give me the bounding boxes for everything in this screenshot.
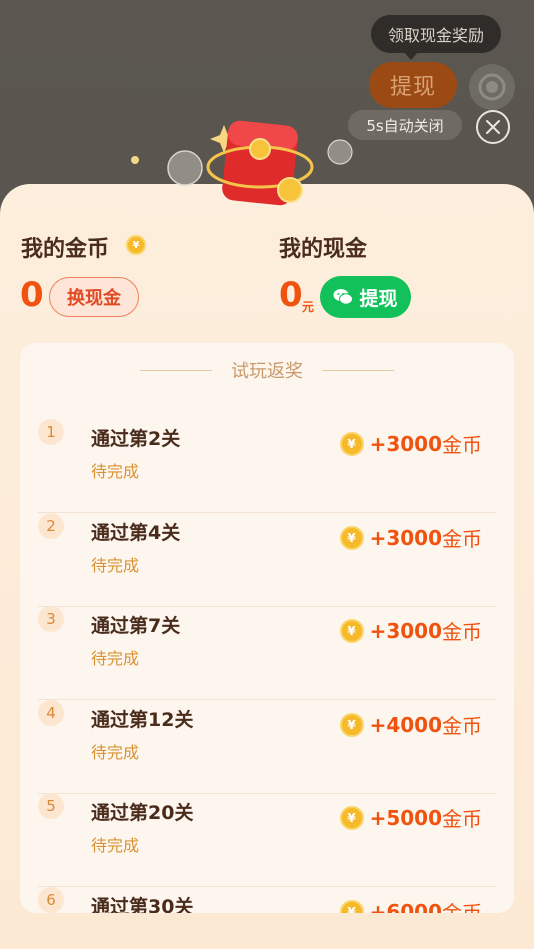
cash-reward-tooltip: 领取现金奖励 [371, 15, 501, 60]
task-title: 通过第7关 [91, 615, 181, 637]
task-status: 待完成 [91, 649, 140, 668]
reward-amount: +4000 [369, 712, 442, 737]
task-reward: ¥ +3000 金币 [339, 523, 482, 552]
reward-amount: +6000 [369, 899, 442, 914]
exchange-cash-button[interactable]: 换现金 [49, 277, 139, 317]
close-button[interactable] [476, 110, 510, 144]
task-title: 通过第30关 [91, 896, 194, 913]
task-number: 4 [38, 700, 64, 726]
task-number: 3 [38, 606, 64, 632]
task-row: 1 通过第2关 待完成 ¥ +3000 金币 [38, 419, 496, 513]
task-row: 4 通过第12关 待完成 ¥ +4000 金币 [38, 700, 496, 794]
reward-amount: +5000 [369, 805, 442, 830]
wechat-withdraw-label: 提现 [359, 287, 398, 310]
reward-unit: 金币 [442, 433, 482, 457]
task-row: 2 通过第4关 待完成 ¥ +3000 金币 [38, 513, 496, 607]
red-envelope-decoration [131, 120, 353, 206]
task-row: 3 通过第7关 待完成 ¥ +3000 金币 [38, 606, 496, 700]
task-reward: ¥ +4000 金币 [339, 710, 482, 739]
reward-amount: +3000 [369, 525, 442, 550]
reward-unit: 金币 [442, 620, 482, 644]
coin-icon: ¥ [126, 235, 146, 255]
task-reward: ¥ +6000 金币 [339, 897, 482, 914]
reward-unit: 金币 [442, 714, 482, 738]
task-status: 待完成 [91, 836, 140, 855]
coins-value: 0 [20, 275, 44, 315]
coin-icon: ¥ [339, 431, 364, 456]
cash-value: 0 [279, 275, 303, 315]
task-status: 待完成 [91, 743, 140, 762]
target-icon [478, 73, 506, 101]
title-divider-right [322, 370, 394, 371]
reward-amount: +3000 [369, 431, 442, 456]
reward-unit: 金币 [442, 807, 482, 831]
reward-unit: 金币 [442, 527, 482, 551]
task-status: 待完成 [91, 556, 140, 575]
wechat-icon [333, 289, 354, 305]
task-reward: ¥ +3000 金币 [339, 429, 482, 458]
task-title: 通过第12关 [91, 709, 194, 731]
panel-title: 试玩返奖 [231, 361, 303, 382]
cash-unit: 元 [302, 300, 315, 314]
task-number: 2 [38, 513, 64, 539]
top-withdraw-button[interactable]: 提现 [369, 62, 457, 108]
close-icon [486, 120, 500, 134]
coin-icon: ¥ [339, 805, 364, 830]
task-title: 通过第20关 [91, 802, 194, 824]
task-row: 5 通过第20关 待完成 ¥ +5000 金币 [38, 793, 496, 887]
coins-label: 我的金币 [21, 237, 110, 262]
task-number: 1 [38, 419, 64, 445]
coin-icon: ¥ [339, 525, 364, 550]
task-reward: ¥ +5000 金币 [339, 803, 482, 832]
coin-icon: ¥ [339, 899, 364, 913]
task-row: 6 通过第30关 ¥ +6000 金币 [38, 887, 496, 913]
trial-rewards-panel: 试玩返奖 1 通过第2关 待完成 ¥ +3000 金币 2 通过第4关 待完成 … [20, 343, 514, 913]
task-title: 通过第4关 [91, 522, 181, 544]
task-number: 5 [38, 793, 64, 819]
task-reward: ¥ +3000 金币 [339, 616, 482, 645]
target-button[interactable] [469, 64, 515, 110]
wechat-withdraw-button[interactable]: 提现 [320, 276, 411, 318]
task-title: 通过第2关 [91, 428, 181, 450]
reward-unit: 金币 [442, 901, 482, 913]
coin-icon: ¥ [339, 618, 364, 643]
task-number: 6 [38, 887, 64, 913]
task-status: 待完成 [91, 462, 140, 481]
coin-icon: ¥ [339, 712, 364, 737]
reward-amount: +3000 [369, 618, 442, 643]
cash-label: 我的现金 [279, 237, 368, 262]
